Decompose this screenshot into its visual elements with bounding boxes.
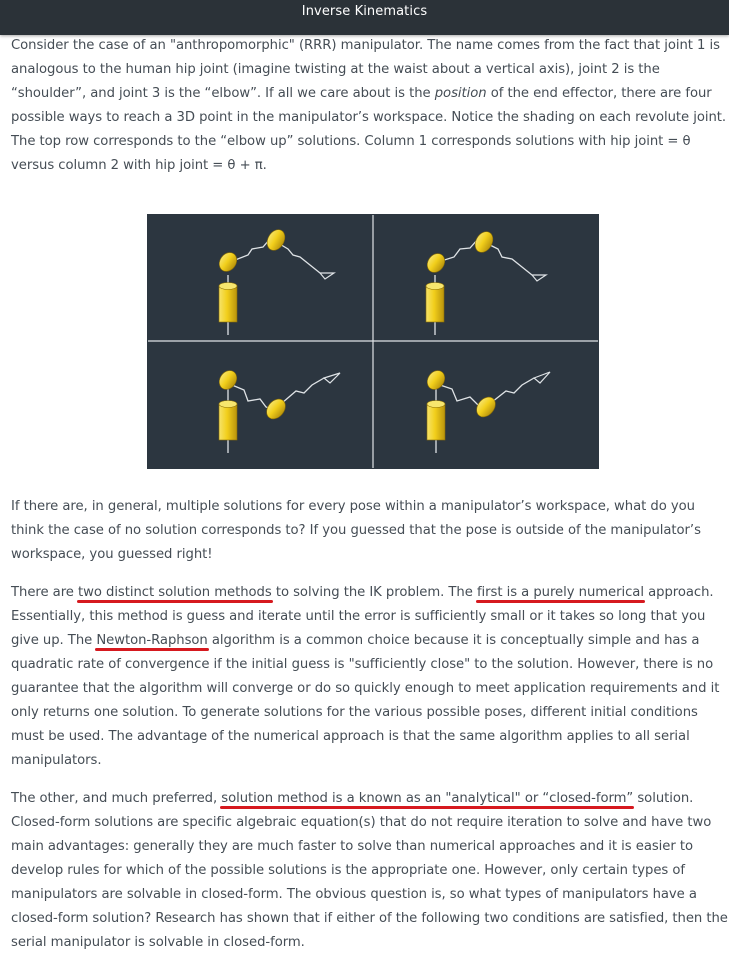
underlined-phrase: first is a purely numerical — [476, 585, 644, 600]
paragraph-no-solution: If there are, in general, multiple solut… — [11, 499, 701, 562]
robot-arms-diagram — [148, 215, 598, 468]
text-run: There are — [11, 585, 78, 600]
ik-solutions-figure — [147, 214, 599, 469]
paragraph-numerical-method: There are two distinct solution methods … — [11, 581, 729, 773]
text-run: solution. Closed-form solutions are spec… — [11, 791, 728, 950]
text-run: to solving the IK problem. The — [271, 585, 477, 600]
underlined-phrase: solution method is a known as an "analyt… — [221, 791, 634, 806]
text-run: The other, and much preferred, — [11, 791, 222, 806]
page-title: Inverse Kinematics — [301, 4, 428, 19]
paragraph-intro: Consider the case of an "anthropomorphic… — [11, 34, 729, 178]
text-run: algorithm is a common choice because it … — [11, 633, 720, 768]
top-bar: Inverse Kinematics — [0, 0, 729, 35]
underlined-phrase: Newton-Raphson — [96, 633, 208, 648]
emphasis-text: position — [434, 86, 487, 101]
article-body: Consider the case of an "anthropomorphic… — [11, 34, 729, 955]
paragraph-analytical-method: The other, and much preferred, solution … — [11, 787, 729, 955]
underlined-phrase: two distinct solution methods — [77, 585, 272, 600]
